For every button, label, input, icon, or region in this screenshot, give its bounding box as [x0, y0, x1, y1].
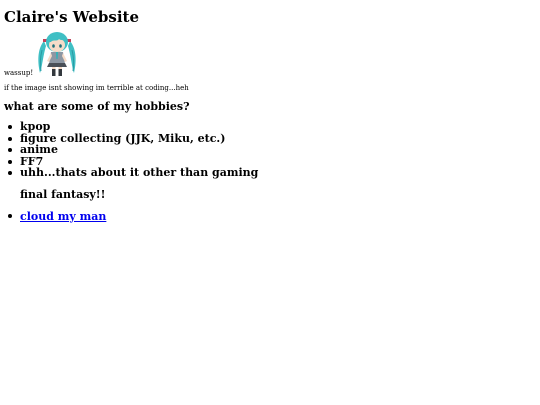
- final-fantasy-note: final fantasy!!: [20, 188, 106, 201]
- list-item: anime: [7, 144, 258, 156]
- list-item: uhh...thats about it other than gaming: [7, 166, 259, 179]
- page-title: Claire's Website: [4, 8, 140, 26]
- miku-figure-image: [38, 32, 76, 76]
- hobby-list: kpop figure collecting (JJK, Miku, etc.)…: [4, 121, 258, 179]
- list-item: cloud my man: [7, 210, 106, 223]
- image-note: if the image isnt showing im terrible at…: [4, 84, 189, 92]
- cloud-link[interactable]: cloud my man: [20, 210, 106, 223]
- list-item: kpop: [7, 121, 258, 133]
- hobbies-heading: what are some of my hobbies?: [4, 100, 190, 113]
- link-list: cloud my man: [4, 210, 106, 223]
- greeting-text: wassup!: [4, 69, 34, 77]
- greeting-row: wassup!: [4, 30, 79, 78]
